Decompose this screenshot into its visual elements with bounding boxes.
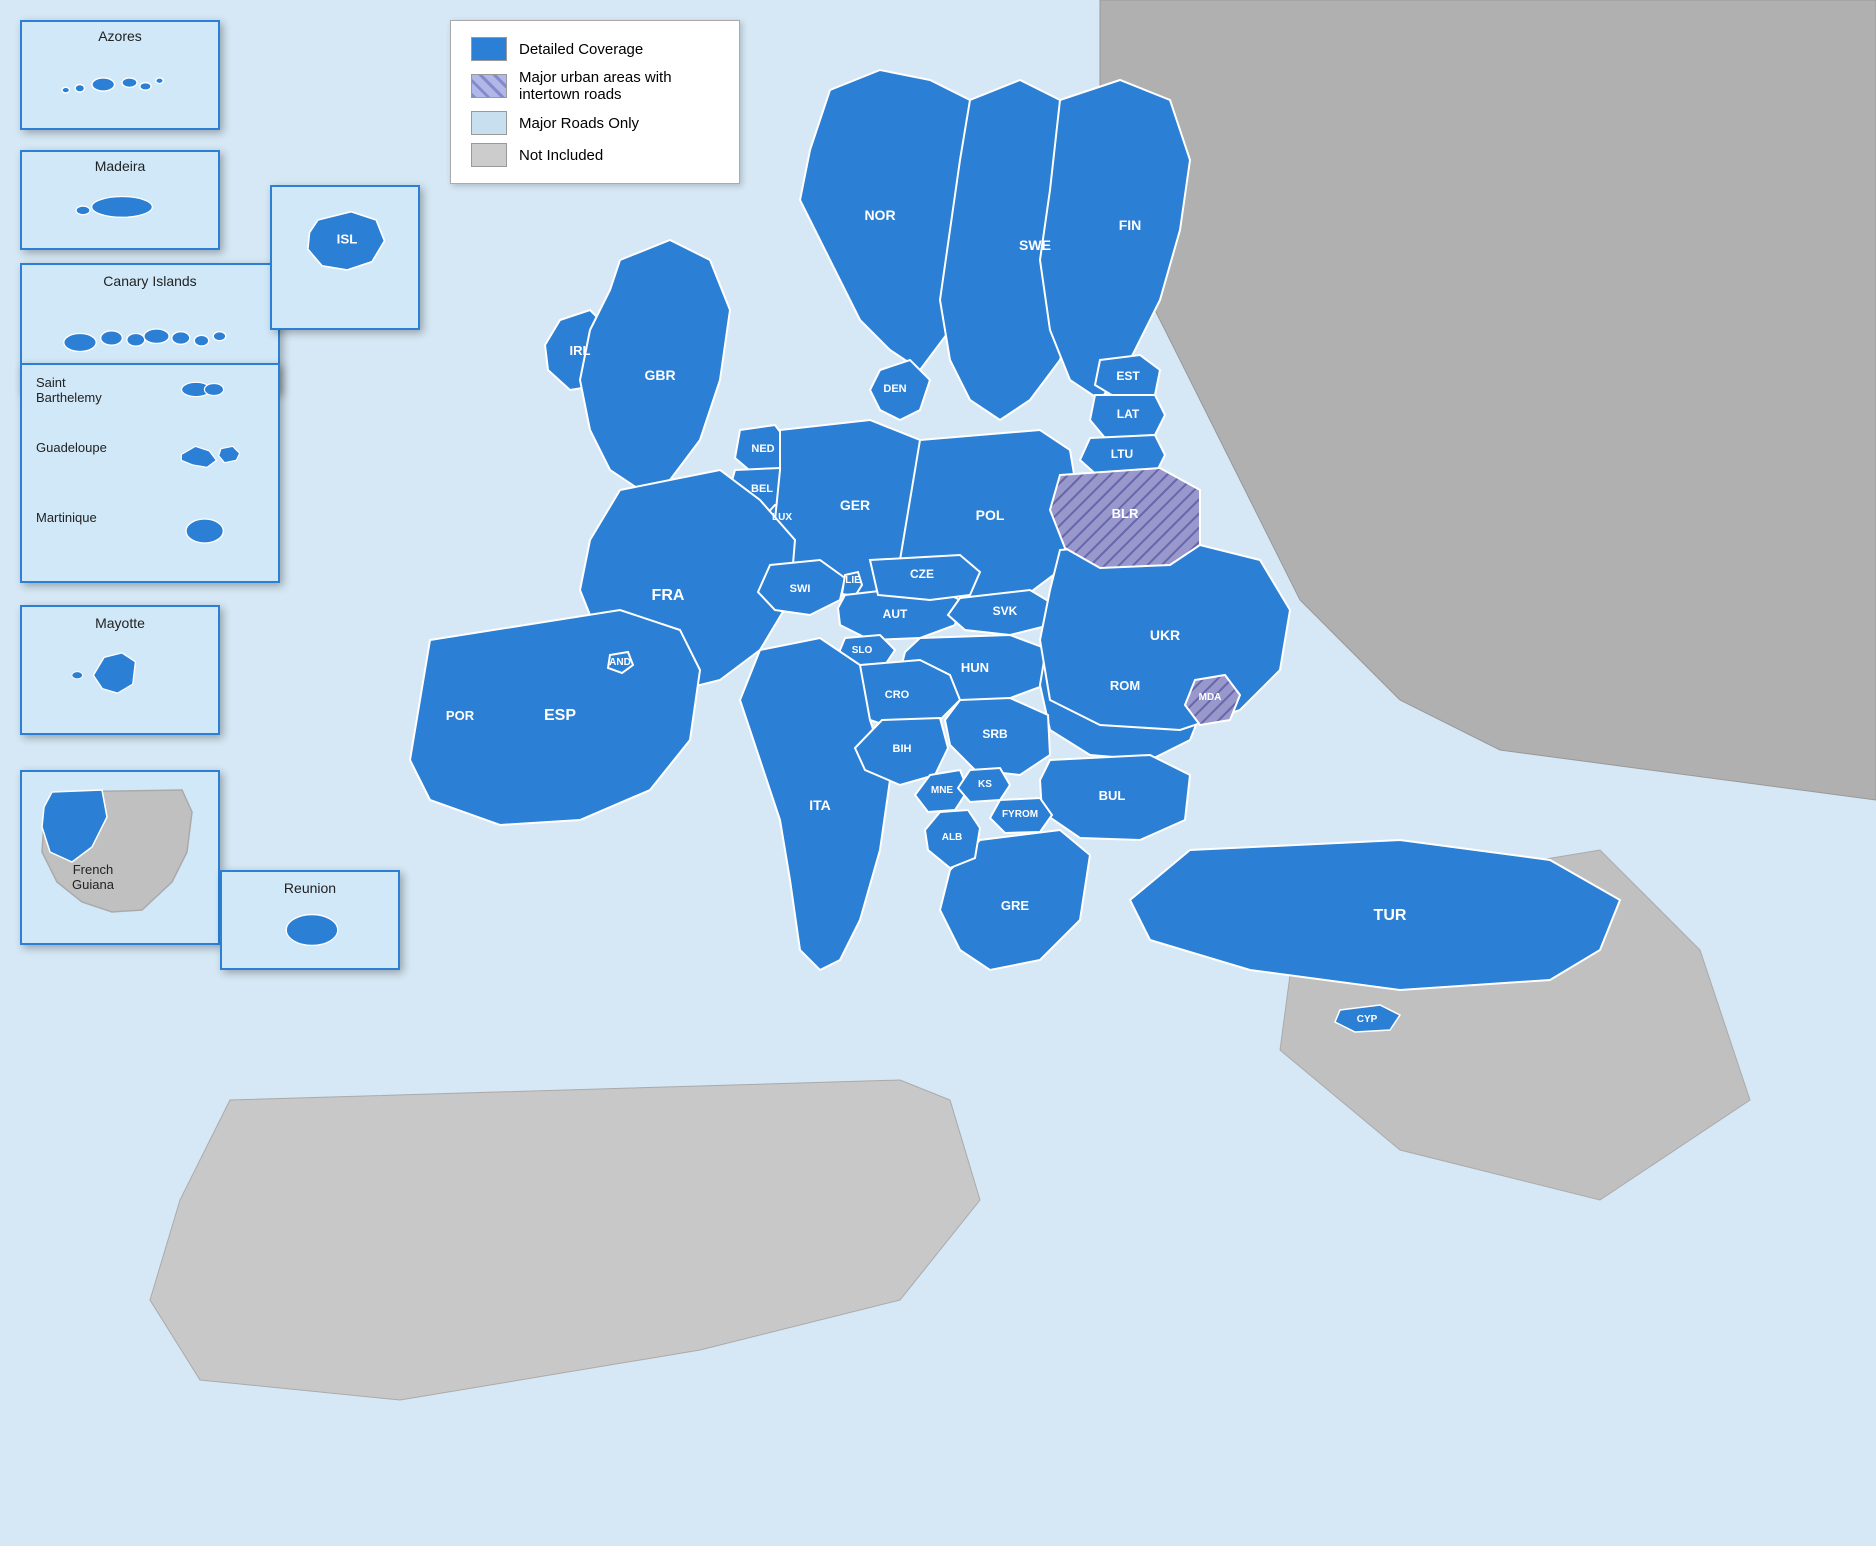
legend-swatch-gray <box>471 143 507 167</box>
label-cyp: CYP <box>1357 1014 1378 1025</box>
label-fin: FIN <box>1119 217 1142 233</box>
label-ukr: UKR <box>1150 627 1180 643</box>
label-ita: ITA <box>809 797 831 813</box>
legend-swatch-light <box>471 111 507 135</box>
inset-carib-group: SaintBarthelemy Guadeloupe Martinique <box>20 363 280 583</box>
label-swi: SWI <box>790 583 811 595</box>
legend-item-detailed: Detailed Coverage <box>471 37 719 61</box>
label-cro: CRO <box>885 689 910 701</box>
label-martinique: Martinique <box>36 510 97 525</box>
inset-mayotte-label: Mayotte <box>22 615 218 631</box>
legend-swatch-hatch <box>471 74 507 98</box>
inset-reunion-label: Reunion <box>222 880 398 896</box>
legend-label-detailed: Detailed Coverage <box>519 41 643 58</box>
inset-mayotte: Mayotte <box>20 605 220 735</box>
label-aut: AUT <box>883 607 908 621</box>
label-ltu: LTU <box>1111 447 1133 461</box>
label-srb: SRB <box>982 727 1008 741</box>
label-alb: ALB <box>942 832 963 843</box>
label-bul: BUL <box>1099 788 1126 803</box>
inset-azores-label: Azores <box>22 28 218 44</box>
legend-label-none: Not Included <box>519 147 603 164</box>
label-fra: FRA <box>652 587 685 604</box>
label-irl: IRL <box>570 343 591 358</box>
label-swe: SWE <box>1019 237 1051 253</box>
label-lux: LUX <box>772 512 792 523</box>
legend-label-major: Major Roads Only <box>519 115 639 132</box>
label-est: EST <box>1116 369 1140 383</box>
label-esp: ESP <box>544 707 576 724</box>
label-pol: POL <box>976 507 1005 523</box>
inset-iceland: ISL <box>270 185 420 330</box>
label-bel: BEL <box>751 483 773 495</box>
legend-swatch-blue <box>471 37 507 61</box>
inset-french-guiana-label: FrenchGuiana <box>72 862 114 892</box>
label-svk: SVK <box>993 604 1018 618</box>
label-lie: LIE <box>845 575 861 586</box>
label-guadeloupe: Guadeloupe <box>36 440 107 455</box>
label-por: POR <box>446 708 475 723</box>
label-blr: BLR <box>1112 506 1139 521</box>
label-and: AND <box>609 657 631 668</box>
label-ks: KS <box>978 779 992 790</box>
inset-madeira: Madeira <box>20 150 220 250</box>
label-bih: BIH <box>893 743 912 755</box>
inset-madeira-label: Madeira <box>22 158 218 174</box>
label-cze: CZE <box>910 567 934 581</box>
inset-azores: Azores <box>20 20 220 130</box>
legend-label-urban: Major urban areas with intertown roads <box>519 69 719 103</box>
inset-french-guiana: FrenchGuiana <box>20 770 220 945</box>
inset-reunion: Reunion <box>220 870 400 970</box>
label-saint-barthelemy: SaintBarthelemy <box>36 375 102 405</box>
label-slo: SLO <box>852 645 873 656</box>
label-lat: LAT <box>1117 407 1140 421</box>
label-gre: GRE <box>1001 898 1030 913</box>
label-hun: HUN <box>961 660 989 675</box>
legend-item-major: Major Roads Only <box>471 111 719 135</box>
svg-text:ISL: ISL <box>337 231 358 246</box>
label-mda: MDA <box>1199 692 1222 703</box>
label-den: DEN <box>883 383 906 395</box>
inset-canary-islands-label: Canary Islands <box>22 273 278 289</box>
label-ger: GER <box>840 497 870 513</box>
label-ned: NED <box>751 443 774 455</box>
label-gbr: GBR <box>644 367 675 383</box>
legend-item-none: Not Included <box>471 143 719 167</box>
label-rom: ROM <box>1110 678 1140 693</box>
label-tur: TUR <box>1374 907 1407 924</box>
legend-item-urban: Major urban areas with intertown roads <box>471 69 719 103</box>
label-fyrom: FYROM <box>1002 809 1038 820</box>
label-mne: MNE <box>931 785 954 796</box>
map-legend: Detailed Coverage Major urban areas with… <box>450 20 740 184</box>
label-nor: NOR <box>864 207 895 223</box>
